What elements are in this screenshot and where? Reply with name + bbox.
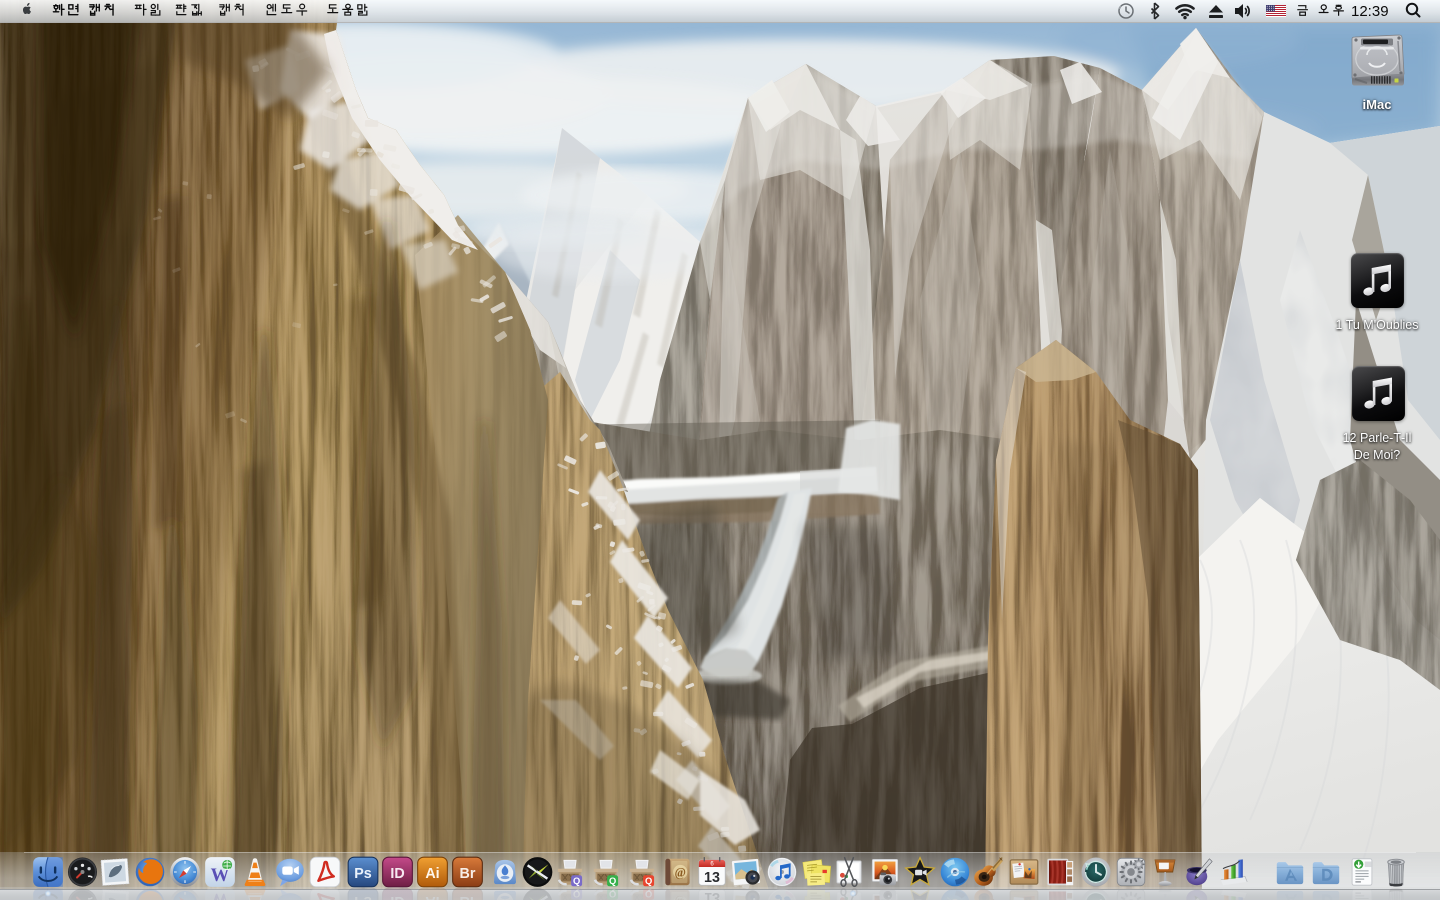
svg-text:ID: ID [390, 866, 404, 882]
svg-text:@: @ [675, 865, 686, 879]
svg-text:Ps: Ps [354, 866, 372, 882]
svg-text:Br: Br [460, 866, 476, 882]
svg-text:13: 13 [704, 870, 720, 886]
svg-text:Ai: Ai [425, 866, 439, 882]
svg-text:Q: Q [609, 876, 616, 886]
svg-text:12:39: 12:39 [1351, 3, 1389, 20]
svg-text:Q: Q [645, 876, 652, 886]
svg-text:Q: Q [573, 876, 580, 886]
